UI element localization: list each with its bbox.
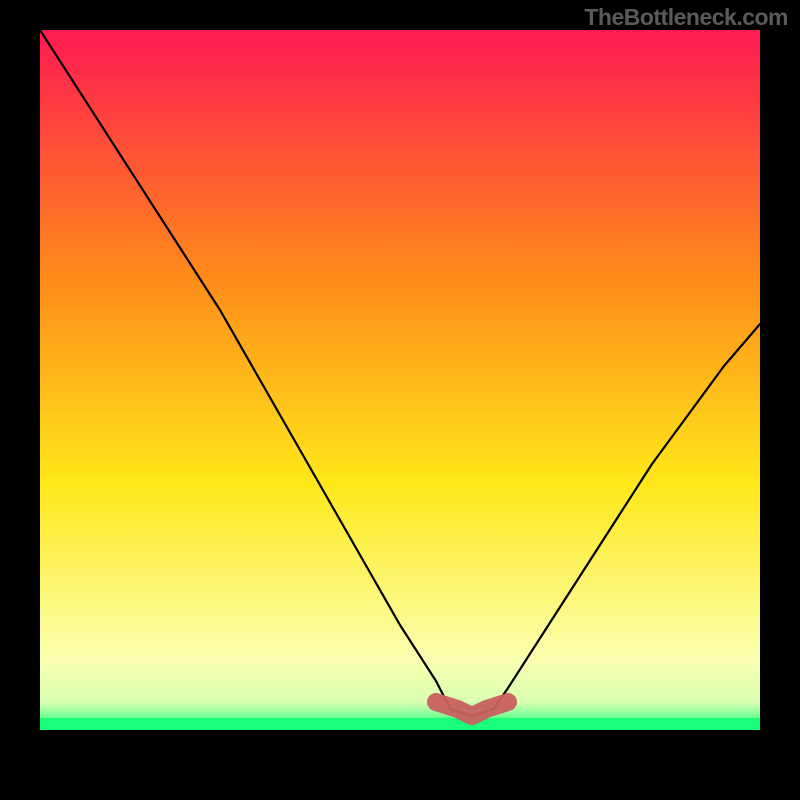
chart-svg <box>40 30 760 730</box>
plot-area <box>40 30 760 730</box>
chart-container: TheBottleneck.com <box>0 0 800 800</box>
watermark-text: TheBottleneck.com <box>584 4 788 31</box>
